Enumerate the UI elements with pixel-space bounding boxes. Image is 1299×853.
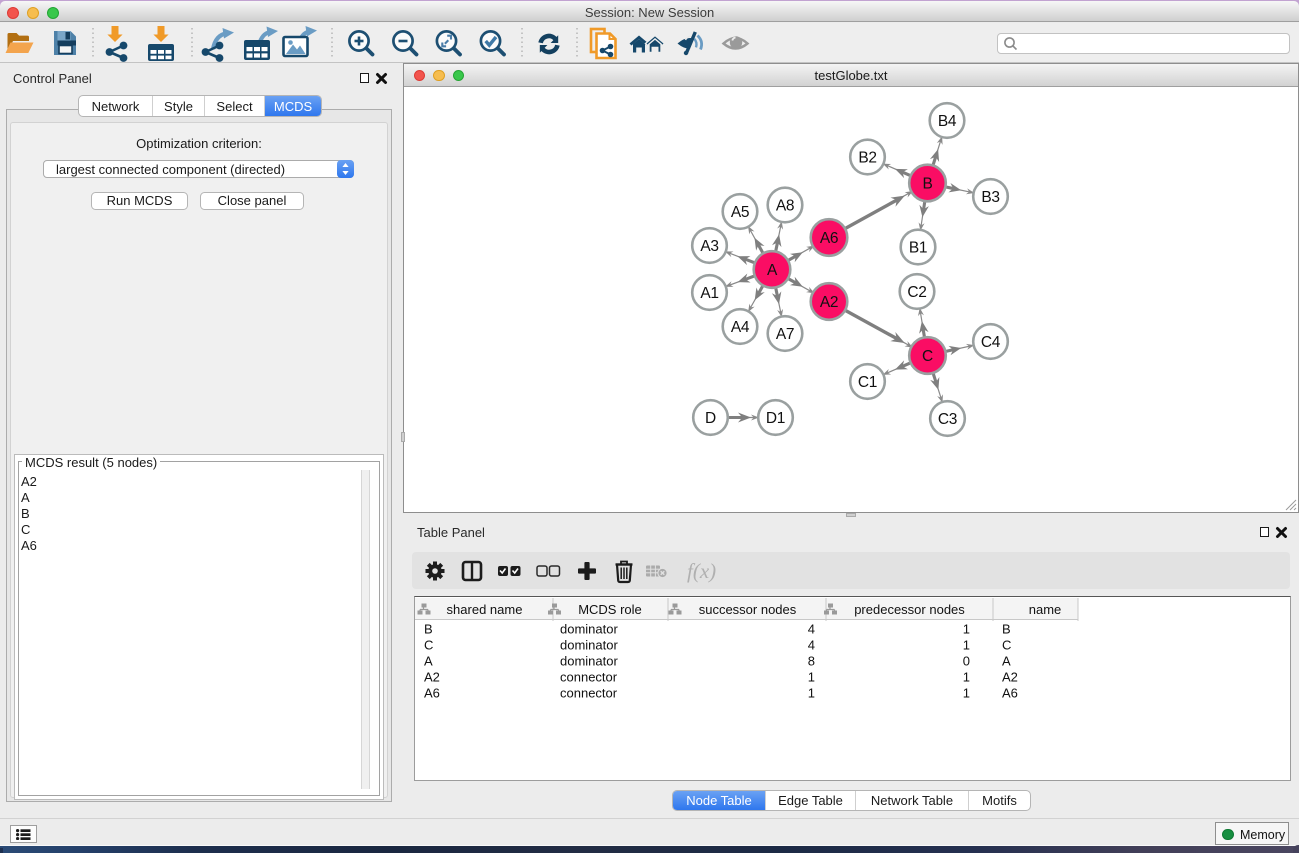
svg-text:dominator: dominator — [560, 638, 618, 653]
svg-text:1: 1 — [963, 670, 970, 685]
svg-text:C1: C1 — [858, 374, 877, 391]
svg-text:1: 1 — [963, 622, 970, 637]
svg-text:connector: connector — [560, 670, 618, 685]
svg-text:predecessor nodes: predecessor nodes — [854, 602, 965, 617]
svg-text:B3: B3 — [981, 189, 999, 206]
svg-text:B: B — [922, 176, 932, 193]
svg-text:1: 1 — [963, 638, 970, 653]
svg-text:A: A — [1002, 654, 1011, 669]
svg-text:A6: A6 — [1002, 686, 1018, 701]
svg-text:A2: A2 — [1002, 670, 1018, 685]
svg-text:A6: A6 — [424, 686, 440, 701]
svg-text:A7: A7 — [776, 326, 794, 343]
svg-text:4: 4 — [808, 638, 815, 653]
svg-text:A6: A6 — [820, 230, 838, 247]
svg-text:A8: A8 — [776, 198, 794, 215]
svg-text:name: name — [1029, 602, 1062, 617]
svg-text:C: C — [922, 348, 933, 365]
svg-text:MCDS role: MCDS role — [578, 602, 642, 617]
svg-text:A5: A5 — [731, 204, 749, 221]
svg-text:A2: A2 — [424, 670, 440, 685]
svg-text:C4: C4 — [981, 334, 1001, 351]
svg-text:successor nodes: successor nodes — [699, 602, 797, 617]
svg-text:B: B — [1002, 622, 1011, 637]
svg-text:A4: A4 — [731, 319, 750, 336]
svg-text:1: 1 — [963, 686, 970, 701]
svg-text:B1: B1 — [909, 240, 927, 257]
svg-text:C: C — [424, 638, 433, 653]
svg-text:1: 1 — [808, 686, 815, 701]
svg-text:B2: B2 — [858, 150, 876, 167]
svg-text:dominator: dominator — [560, 654, 618, 669]
svg-text:A: A — [424, 654, 433, 669]
svg-text:dominator: dominator — [560, 622, 618, 637]
svg-text:A: A — [767, 262, 778, 279]
svg-text:1: 1 — [808, 670, 815, 685]
svg-text:f(x): f(x) — [687, 559, 716, 583]
svg-text:0: 0 — [963, 654, 970, 669]
svg-text:C3: C3 — [938, 411, 957, 428]
svg-text:B4: B4 — [938, 113, 957, 130]
svg-text:C: C — [1002, 638, 1011, 653]
svg-text:8: 8 — [808, 654, 815, 669]
svg-text:B: B — [424, 622, 433, 637]
svg-text:C2: C2 — [907, 284, 926, 301]
svg-text:A1: A1 — [700, 285, 718, 302]
svg-text:connector: connector — [560, 686, 618, 701]
svg-text:D1: D1 — [766, 410, 785, 427]
svg-text:D: D — [705, 410, 716, 427]
svg-text:4: 4 — [808, 622, 815, 637]
svg-text:A3: A3 — [700, 238, 718, 255]
svg-text:A2: A2 — [820, 294, 838, 311]
svg-text:shared name: shared name — [447, 602, 523, 617]
